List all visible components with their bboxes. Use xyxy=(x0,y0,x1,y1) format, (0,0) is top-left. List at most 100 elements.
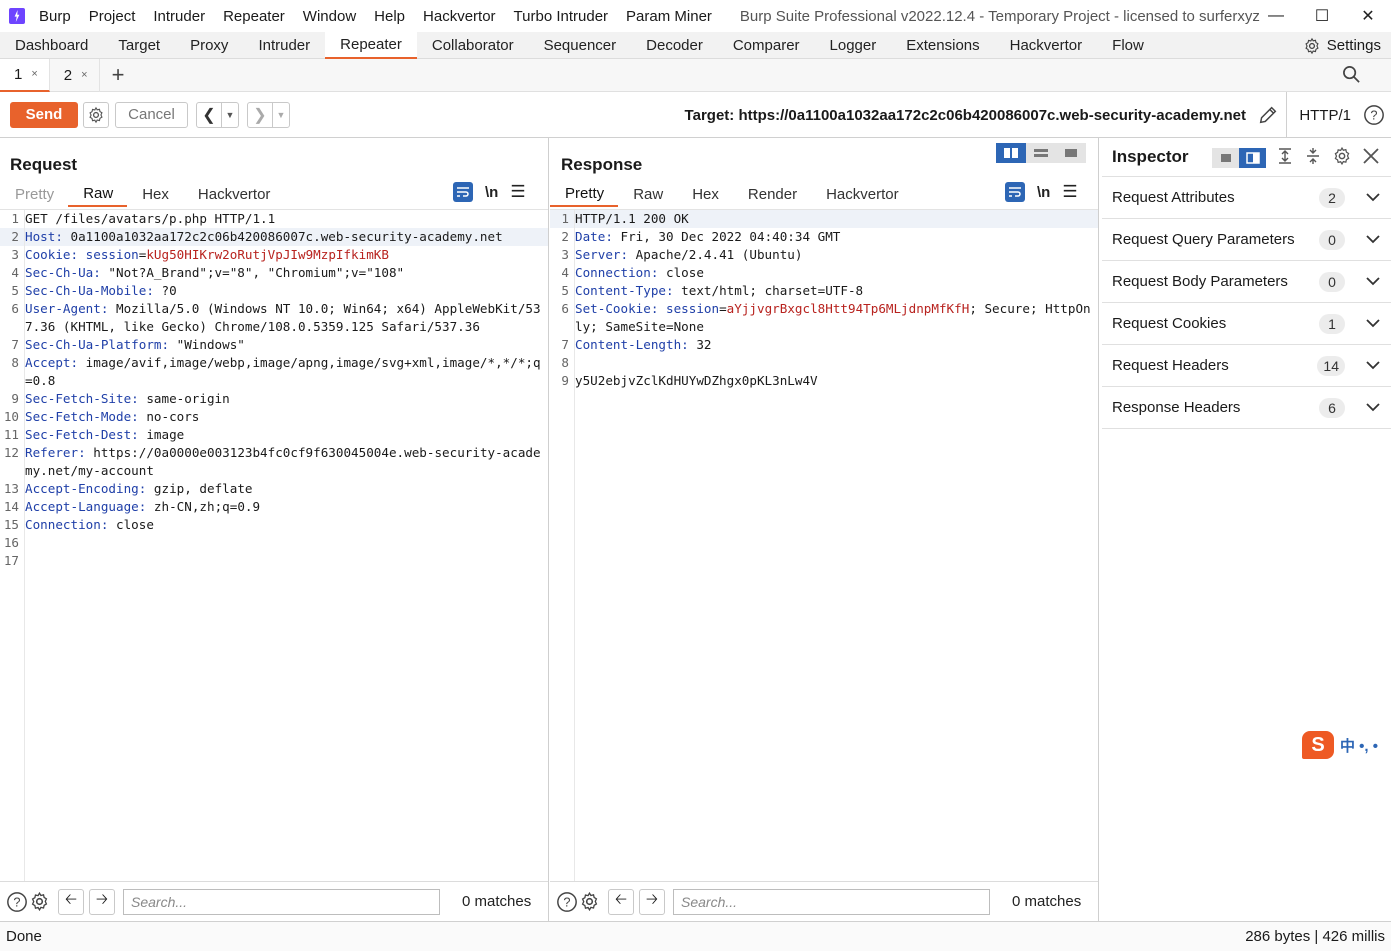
menu-item-repeater[interactable]: Repeater xyxy=(223,8,285,25)
svg-text:?: ? xyxy=(13,894,20,909)
chevron-down-icon[interactable] xyxy=(1363,193,1383,202)
chevron-down-icon[interactable] xyxy=(1363,361,1383,370)
next-match-icon[interactable]: 🡢 xyxy=(639,888,665,915)
help-icon[interactable]: ? xyxy=(6,891,28,913)
inspector-section-request-attributes[interactable]: Request Attributes 2 xyxy=(1102,177,1391,219)
tab-logger[interactable]: Logger xyxy=(815,32,892,59)
text-segment: Fri, 30 Dec 2022 04:40:34 GMT xyxy=(612,229,841,244)
tab-decoder[interactable]: Decoder xyxy=(631,32,718,59)
gear-icon[interactable] xyxy=(578,891,600,913)
request-search-input[interactable]: Search... xyxy=(123,888,440,915)
wrap-lines-icon[interactable] xyxy=(453,182,473,202)
inspector-layout-a-icon[interactable] xyxy=(1212,148,1239,168)
close-tab-icon[interactable]: × xyxy=(81,69,87,81)
settings-button[interactable]: Settings xyxy=(1303,32,1381,59)
hamburger-menu-icon[interactable]: ☰ xyxy=(1062,182,1077,202)
menu-item-intruder[interactable]: Intruder xyxy=(153,8,205,25)
send-button[interactable]: Send xyxy=(10,101,78,128)
tab-proxy[interactable]: Proxy xyxy=(175,32,243,59)
tab-collaborator[interactable]: Collaborator xyxy=(417,32,529,59)
hamburger-menu-icon[interactable]: ☰ xyxy=(510,182,525,202)
request-tab-hex[interactable]: Hex xyxy=(127,181,183,207)
previous-match-icon[interactable]: 🡠 xyxy=(58,888,84,915)
inspector-section-response-headers[interactable]: Response Headers 6 xyxy=(1102,387,1391,429)
request-tab-pretty[interactable]: Pretty xyxy=(0,181,68,207)
chevron-down-icon[interactable] xyxy=(1363,319,1383,328)
request-tab-hackvertor[interactable]: Hackvertor xyxy=(183,181,285,207)
line-content xyxy=(24,534,548,552)
response-tab-raw[interactable]: Raw xyxy=(618,181,677,207)
tab-hackvertor[interactable]: Hackvertor xyxy=(995,32,1098,59)
inspector-section-request-query-parameters[interactable]: Request Query Parameters 0 xyxy=(1102,219,1391,261)
send-options-button[interactable] xyxy=(83,101,109,128)
request-editor[interactable]: 1 GET /files/avatars/p.php HTTP/1.1 2 Host:… xyxy=(0,209,548,881)
ime-widget[interactable]: S 中 •, • xyxy=(1302,731,1378,759)
chevron-down-icon[interactable] xyxy=(1363,235,1383,244)
repeater-tab-1[interactable]: 1 × xyxy=(0,58,50,92)
help-icon[interactable]: ? xyxy=(556,891,578,913)
menu-item-turbo-intruder[interactable]: Turbo Intruder xyxy=(514,8,609,25)
collapse-all-icon[interactable] xyxy=(1304,147,1322,169)
chevron-down-icon[interactable] xyxy=(1363,403,1383,412)
minimize-icon[interactable]: — xyxy=(1253,0,1299,32)
search-icon[interactable] xyxy=(1342,65,1361,88)
help-icon[interactable]: ? xyxy=(1363,104,1385,130)
menu-item-help[interactable]: Help xyxy=(374,8,405,25)
repeater-tab-2[interactable]: 2 × xyxy=(50,58,100,92)
inspector-layout-b-icon[interactable] xyxy=(1239,148,1266,168)
cancel-button[interactable]: Cancel xyxy=(115,101,188,128)
http-version-label[interactable]: HTTP/1 xyxy=(1286,92,1351,138)
forward-dropdown-icon[interactable]: ▼ xyxy=(272,102,289,127)
repeater-tab-label: 1 xyxy=(14,65,23,83)
response-search-input[interactable]: Search... xyxy=(673,888,990,915)
inspector-section-request-headers[interactable]: Request Headers 14 xyxy=(1102,345,1391,387)
wrap-lines-icon[interactable] xyxy=(1005,182,1025,202)
tab-repeater[interactable]: Repeater xyxy=(325,31,417,59)
line-content: Set-Cookie: session=aYjjvgrBxgcl8Htt94Tp… xyxy=(574,300,1098,336)
close-icon[interactable] xyxy=(1362,147,1380,169)
response-tab-hex[interactable]: Hex xyxy=(677,181,733,207)
edit-pencil-icon[interactable] xyxy=(1257,104,1279,130)
response-editor[interactable]: 1 HTTP/1.1 200 OK 2 Date: Fri, 30 Dec 2022 … xyxy=(550,209,1098,881)
tab-dashboard[interactable]: Dashboard xyxy=(0,32,103,59)
response-tab-render[interactable]: Render xyxy=(733,181,811,207)
line-content xyxy=(574,354,1098,372)
back-dropdown-icon[interactable]: ▼ xyxy=(221,102,238,127)
side-by-side-layout-icon[interactable] xyxy=(996,143,1026,163)
inspector-section-request-cookies[interactable]: Request Cookies 1 xyxy=(1102,303,1391,345)
chevron-down-icon[interactable] xyxy=(1363,277,1383,286)
close-window-icon[interactable]: ✕ xyxy=(1345,0,1391,32)
back-arrow-icon[interactable]: ❮ xyxy=(197,103,221,127)
menu-item-hackvertor[interactable]: Hackvertor xyxy=(423,8,496,25)
expand-all-icon[interactable] xyxy=(1276,147,1294,169)
gear-icon[interactable] xyxy=(28,891,50,913)
menu-item-burp[interactable]: Burp xyxy=(39,8,71,25)
request-tab-raw[interactable]: Raw xyxy=(68,181,128,207)
tab-extensions[interactable]: Extensions xyxy=(891,32,994,59)
single-layout-icon[interactable] xyxy=(1056,143,1086,163)
line-number: 4 xyxy=(561,265,569,280)
inspector-section-request-body-parameters[interactable]: Request Body Parameters 0 xyxy=(1102,261,1391,303)
stacked-layout-icon[interactable] xyxy=(1026,143,1056,163)
menu-item-window[interactable]: Window xyxy=(303,8,356,25)
tab-sequencer[interactable]: Sequencer xyxy=(529,32,632,59)
response-tab-hackvertor[interactable]: Hackvertor xyxy=(811,181,913,207)
menu-item-param-miner[interactable]: Param Miner xyxy=(626,8,712,25)
line-content: User-Agent: Mozilla/5.0 (Windows NT 10.0… xyxy=(24,300,548,336)
gear-icon[interactable] xyxy=(1332,146,1352,170)
inspector-tools xyxy=(1212,146,1380,170)
tab-flow[interactable]: Flow xyxy=(1097,32,1159,59)
menu-item-project[interactable]: Project xyxy=(89,8,136,25)
add-tab-button[interactable]: + xyxy=(112,62,125,88)
tab-comparer[interactable]: Comparer xyxy=(718,32,815,59)
tab-intruder[interactable]: Intruder xyxy=(243,32,325,59)
close-tab-icon[interactable]: × xyxy=(31,68,37,80)
newline-toggle-icon[interactable]: \n xyxy=(1037,184,1050,201)
forward-arrow-icon[interactable]: ❯ xyxy=(248,103,272,127)
maximize-icon[interactable]: ☐ xyxy=(1299,0,1345,32)
previous-match-icon[interactable]: 🡠 xyxy=(608,888,634,915)
response-tab-pretty[interactable]: Pretty xyxy=(550,181,619,207)
newline-toggle-icon[interactable]: \n xyxy=(485,184,498,201)
next-match-icon[interactable]: 🡢 xyxy=(89,888,115,915)
tab-target[interactable]: Target xyxy=(103,32,175,59)
